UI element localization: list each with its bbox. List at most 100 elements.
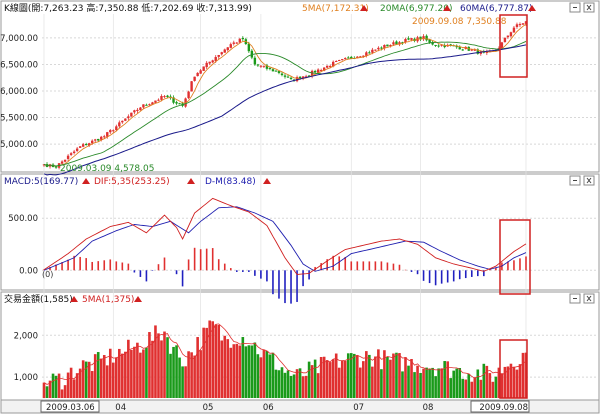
candle-body	[127, 116, 130, 119]
volume-bar	[66, 372, 70, 398]
low-point-label: 2009.03.09 4,578.05	[60, 164, 154, 174]
volume-bar	[349, 353, 353, 398]
volume-bar	[217, 325, 221, 398]
candle-body	[193, 76, 196, 81]
volume-bar	[289, 375, 293, 398]
candle-body	[470, 49, 473, 51]
volume-bar	[124, 351, 127, 398]
candle-body	[166, 95, 169, 98]
candle-body	[386, 44, 389, 47]
volume-bar	[163, 331, 166, 398]
x-axis-label: 07	[353, 403, 364, 413]
candle-body	[94, 139, 97, 141]
volume-bar	[452, 370, 455, 398]
volume-bar	[187, 351, 190, 398]
macd-y-tick: 500.00	[8, 214, 38, 224]
volume-bar	[96, 352, 100, 398]
volume-bar	[90, 371, 94, 398]
candle-body	[133, 110, 136, 113]
price-y-tick: 5,500.00	[0, 114, 38, 124]
candle-body	[202, 66, 205, 71]
volume-bar	[304, 375, 308, 398]
candle-body	[190, 81, 193, 92]
volume-bar	[136, 342, 139, 398]
price-y-tick: 6,500.00	[0, 60, 38, 70]
volume-bar	[223, 335, 227, 398]
candle-body	[283, 75, 287, 77]
volume-bar	[470, 381, 474, 398]
price-y-tick: 6,000.00	[0, 87, 38, 97]
candle-body	[175, 102, 178, 104]
candle-body	[118, 122, 121, 127]
candle-body	[262, 65, 266, 67]
volume-bar	[172, 346, 175, 398]
candle-body	[461, 49, 464, 51]
volume-bar	[398, 353, 401, 398]
volume-y-tick: 1,000	[14, 373, 38, 383]
volume-bar	[368, 354, 371, 398]
candle-body	[124, 118, 127, 121]
volume-bar	[500, 373, 504, 398]
candle-body	[78, 146, 82, 148]
candle-body	[84, 144, 88, 146]
volume-bar	[277, 370, 281, 398]
volume-bar	[512, 366, 516, 398]
volume-bar	[238, 345, 242, 398]
macd-zero-label: (0)	[42, 270, 53, 279]
volume-bar	[202, 327, 205, 398]
volume-bar	[69, 367, 73, 398]
candle-body	[223, 49, 226, 53]
candle-body	[512, 27, 516, 33]
volume-bar	[151, 340, 154, 398]
volume-bar	[199, 350, 202, 398]
candle-body	[380, 47, 383, 49]
ma20-legend: 20MA(6,977.20)	[380, 4, 452, 14]
volume-bar	[413, 372, 416, 398]
candle-body	[208, 61, 211, 64]
candle-body	[253, 57, 257, 65]
candle-body	[217, 54, 220, 57]
candle-body	[91, 140, 94, 144]
volume-bar	[102, 355, 106, 398]
volume-bar	[247, 345, 251, 398]
candle-body	[178, 103, 181, 105]
volume-bar	[265, 350, 269, 398]
volume-bar	[60, 389, 64, 398]
volume-bar	[488, 373, 492, 398]
volume-bar	[395, 352, 398, 398]
candle-body	[395, 41, 398, 45]
volume-bar	[220, 340, 224, 398]
x-axis-label: 08	[423, 403, 434, 413]
volume-bar	[494, 376, 498, 398]
candle-body	[437, 45, 440, 47]
volume-bar	[410, 358, 413, 398]
volume-bar	[328, 362, 332, 398]
volume-bar	[105, 365, 109, 398]
candle-body	[121, 120, 124, 123]
volume-bar	[42, 382, 46, 398]
candle-body	[139, 107, 142, 111]
x-axis-label: 2009.09.08	[479, 403, 528, 413]
volume-bar	[362, 361, 365, 398]
volume-bar	[479, 379, 483, 398]
candle-body	[157, 99, 160, 101]
volume-bar	[461, 378, 465, 398]
candle-body	[518, 24, 522, 26]
candle-body	[238, 38, 242, 43]
volume-bar	[464, 379, 468, 398]
candle-body	[410, 38, 413, 40]
volume-bar	[283, 372, 287, 398]
volume-bar	[422, 368, 425, 398]
volume-bar	[440, 368, 443, 398]
candle-body	[232, 42, 235, 44]
volume-bar	[244, 346, 248, 398]
candle-body	[425, 35, 428, 41]
candle-body	[325, 65, 329, 68]
candle-body	[154, 100, 157, 103]
volume-bar	[154, 325, 157, 398]
candle-body	[109, 130, 112, 133]
candle-body	[515, 24, 519, 27]
volume-bar	[337, 367, 341, 398]
candle-body	[211, 60, 214, 63]
x-axis-label: 06	[263, 403, 274, 413]
